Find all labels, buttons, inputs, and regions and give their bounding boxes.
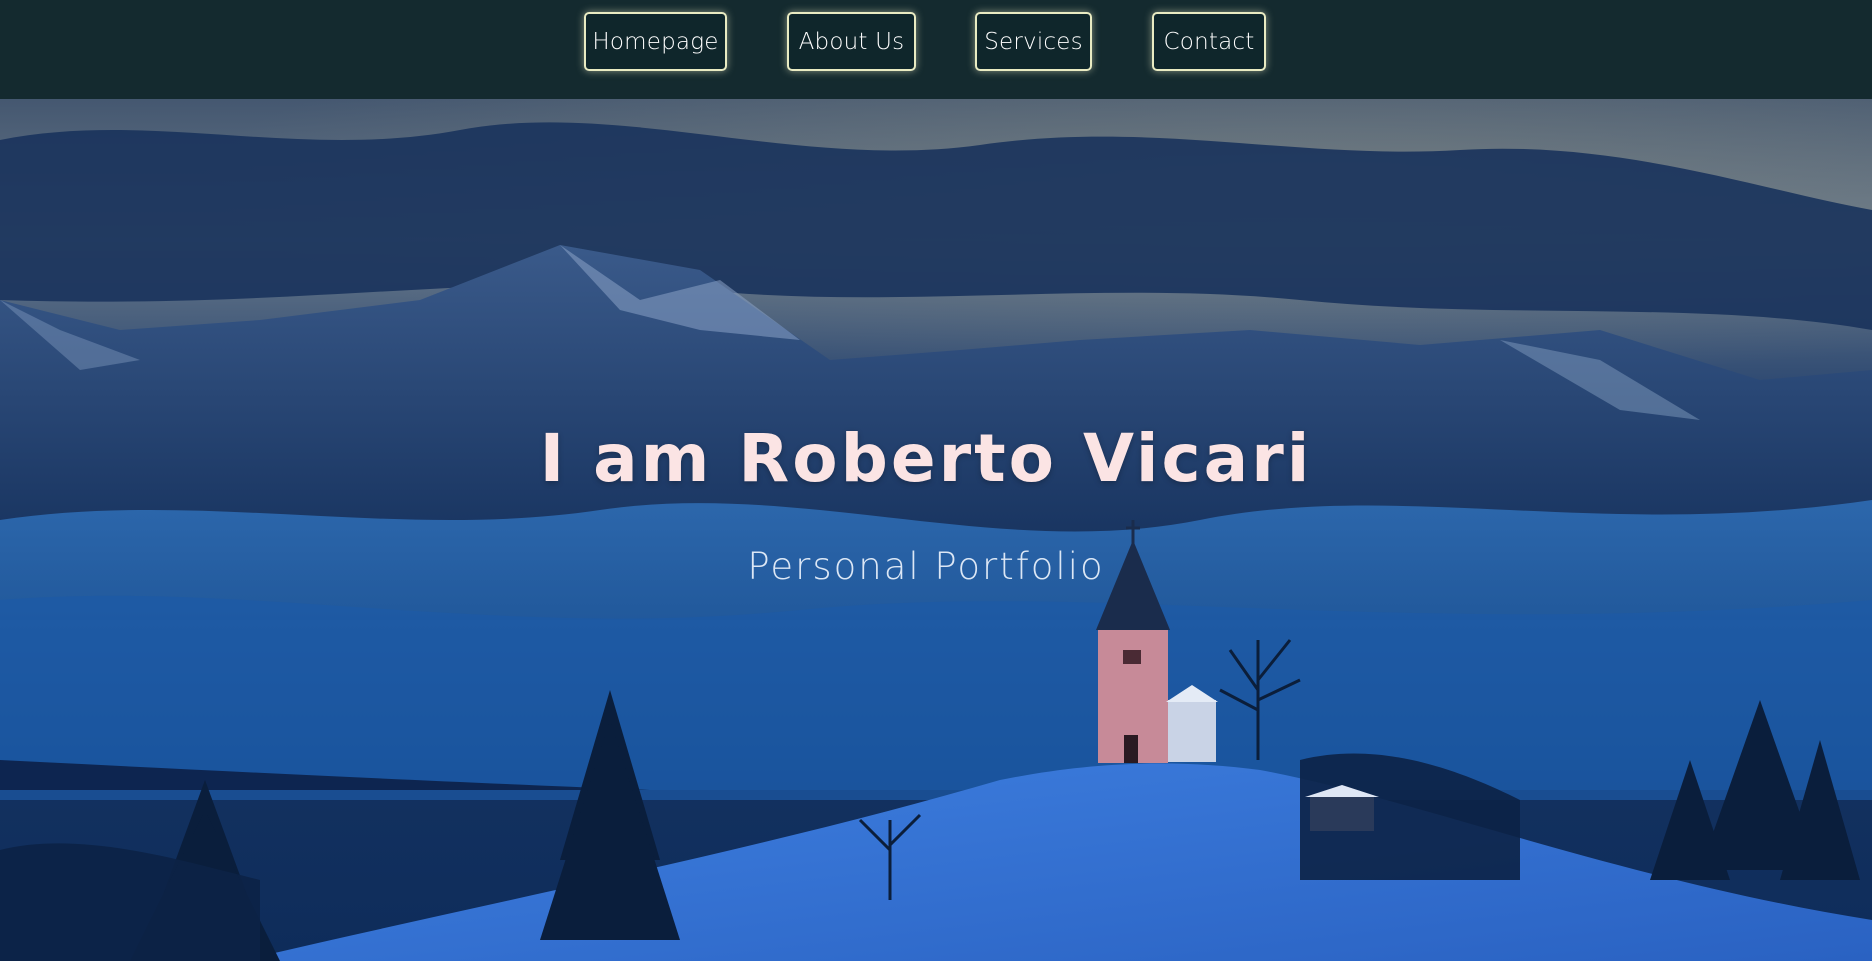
nav-about-us-button[interactable]: About Us	[787, 12, 916, 71]
hero-title: I am Roberto Vicari	[539, 420, 1313, 497]
nav-homepage-button[interactable]: Homepage	[584, 12, 727, 71]
hero-subtitle: Personal Portfolio	[747, 545, 1105, 588]
nav-services-button[interactable]: Services	[975, 12, 1092, 71]
top-navigation-bar: Homepage About Us Services Contact	[0, 0, 1872, 99]
page: Homepage About Us Services Contact I am …	[0, 0, 1872, 961]
nav-contact-button[interactable]: Contact	[1152, 12, 1266, 71]
